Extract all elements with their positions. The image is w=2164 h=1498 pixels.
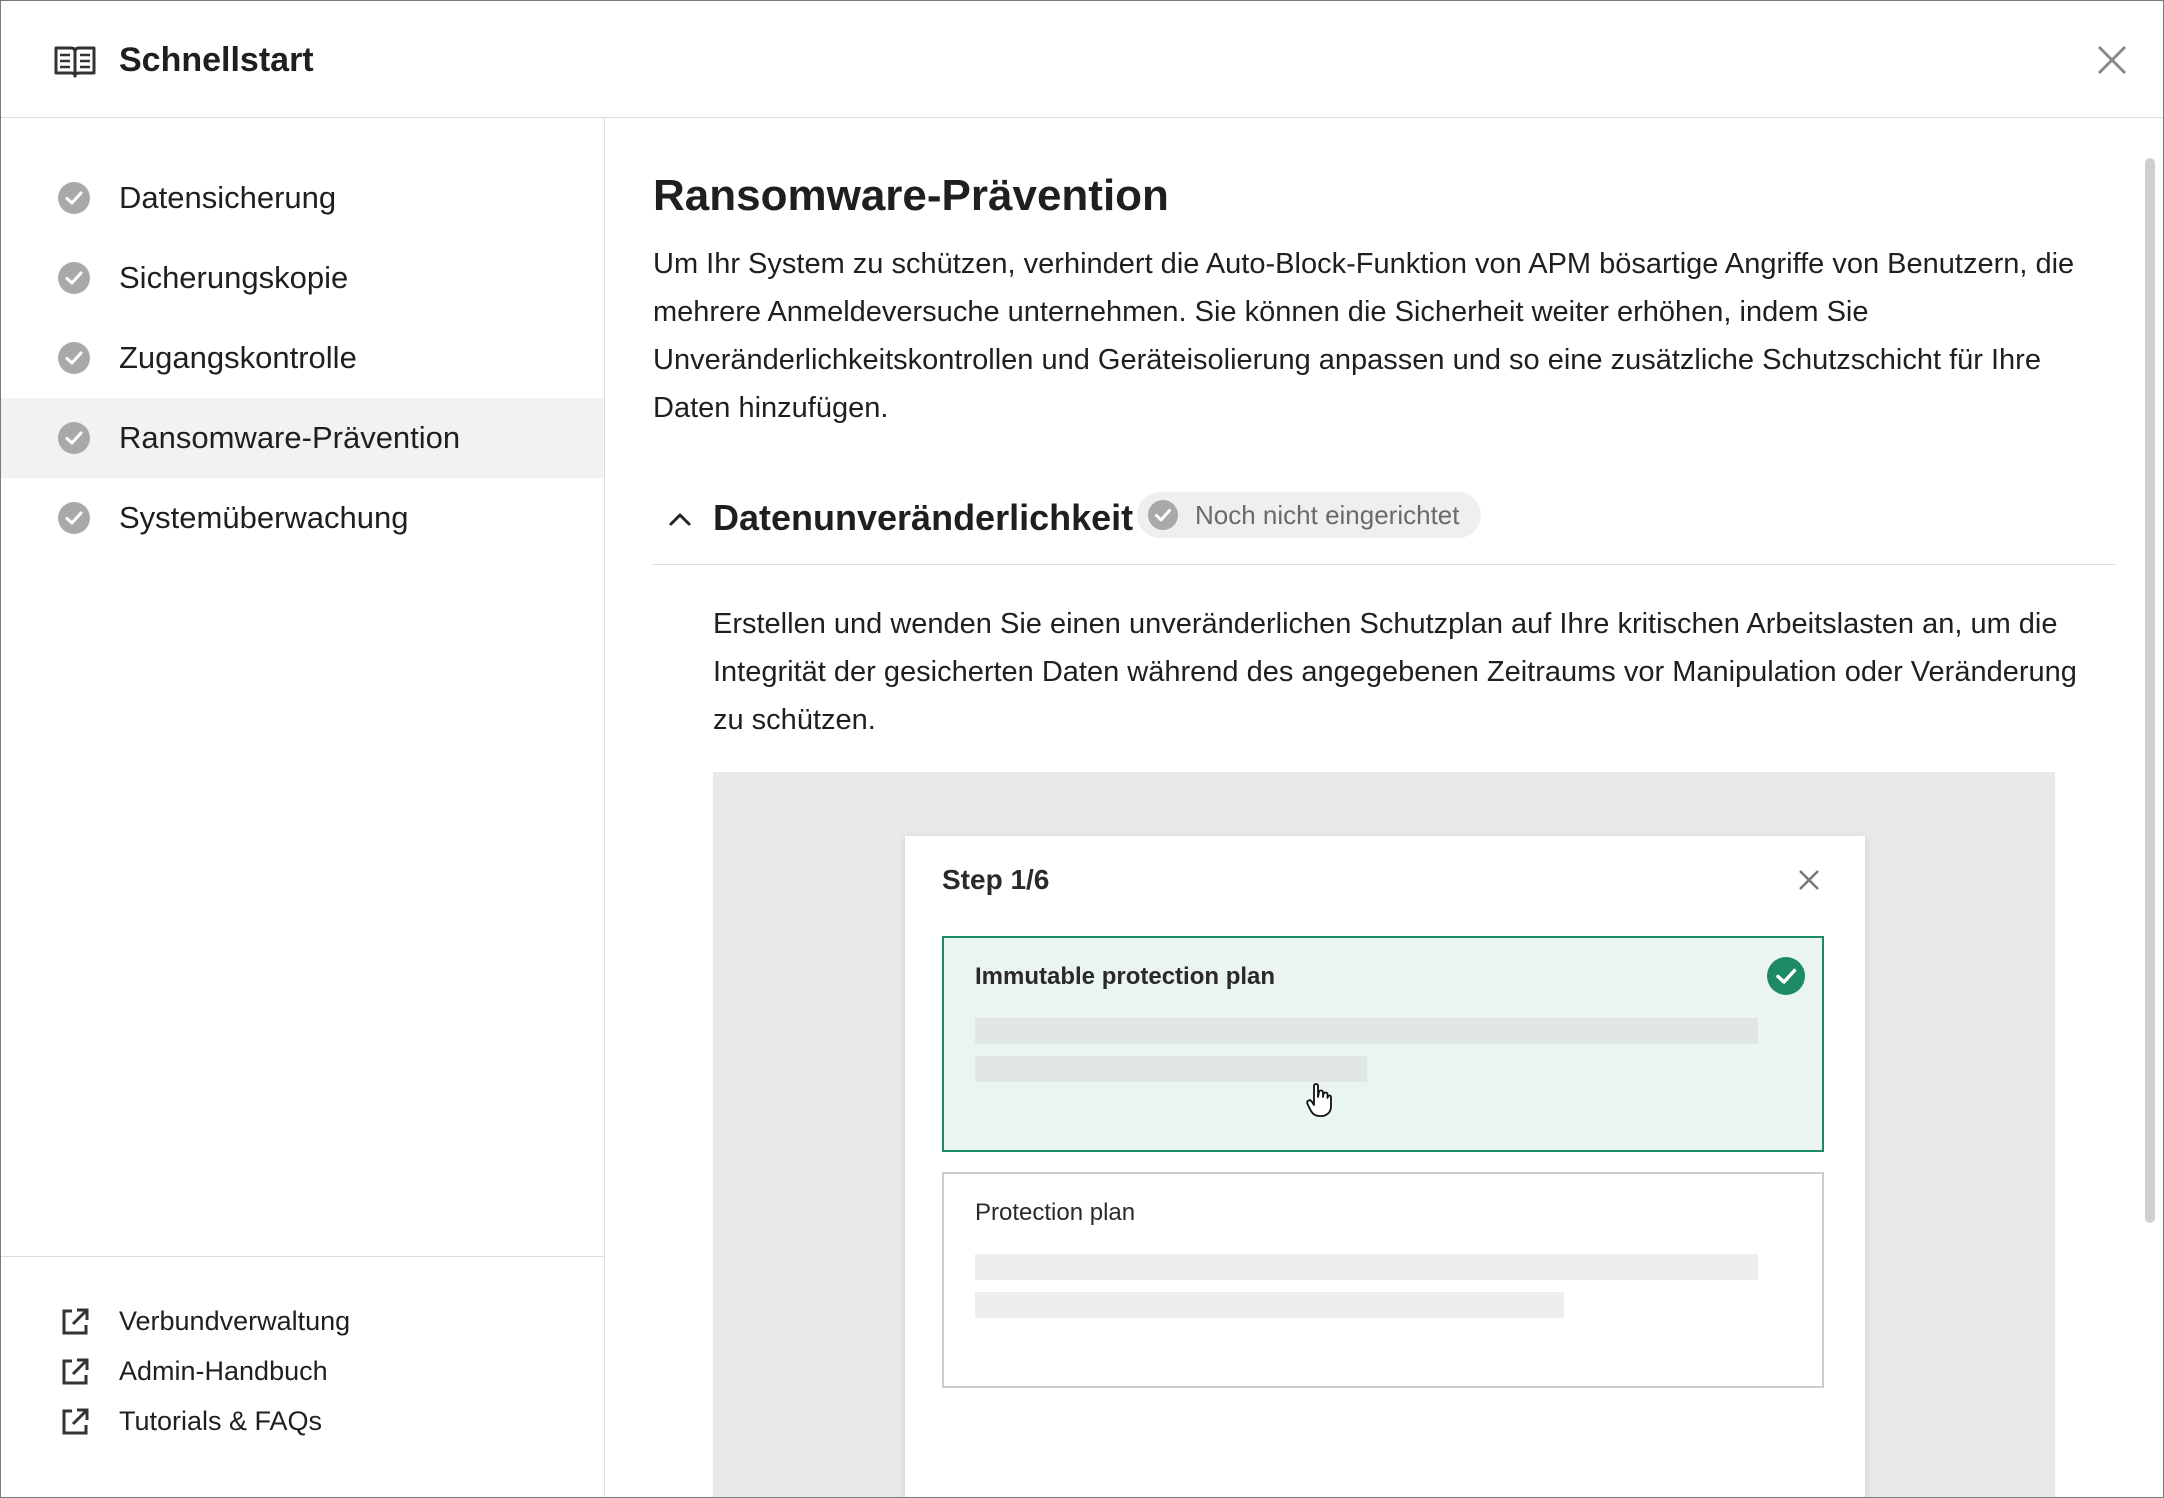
plan-option-standard: Protection plan bbox=[942, 1172, 1824, 1388]
placeholder-line bbox=[975, 1292, 1564, 1318]
page-title: Ransomware-Prävention bbox=[653, 171, 1169, 220]
sidebar-item-systemueberwachung[interactable]: Systemüberwachung bbox=[1, 478, 604, 558]
wizard-dialog-preview: Step 1/6 Immutable protection plan Prote… bbox=[905, 836, 1865, 1497]
section-title: Datenunveränderlichkeit bbox=[713, 497, 1134, 538]
plan-option-label: Protection plan bbox=[975, 1199, 1136, 1226]
link-label: Admin-Handbuch bbox=[119, 1356, 328, 1386]
check-circle-icon bbox=[58, 182, 90, 214]
external-link-icon bbox=[62, 1358, 89, 1385]
check-circle-icon bbox=[58, 502, 90, 534]
sidebar-item-ransomware-praevention[interactable]: Ransomware-Prävention bbox=[1, 398, 604, 478]
external-link-icon bbox=[62, 1308, 89, 1335]
sidebar-item-label: Datensicherung bbox=[119, 180, 337, 215]
link-tutorials-faqs[interactable]: Tutorials & FAQs bbox=[1, 1396, 604, 1446]
sidebar-item-label: Systemüberwachung bbox=[119, 500, 409, 535]
sidebar-item-zugangskontrolle[interactable]: Zugangskontrolle bbox=[1, 318, 604, 398]
page-description: Um Ihr System zu schützen, verhindert di… bbox=[653, 248, 2075, 424]
section-description: Erstellen und wenden Sie einen unverände… bbox=[713, 608, 2077, 736]
sidebar-item-label: Ransomware-Prävention bbox=[119, 420, 461, 455]
check-circle-icon bbox=[58, 422, 90, 454]
plan-option-immutable: Immutable protection plan bbox=[942, 936, 1824, 1152]
status-badge-label: Noch nicht eingerichtet bbox=[1195, 500, 1460, 530]
status-badge: Noch nicht eingerichtet bbox=[1137, 492, 1482, 538]
plan-option-label: Immutable protection plan bbox=[975, 963, 1276, 990]
placeholder-line bbox=[975, 1056, 1367, 1082]
link-verbundverwaltung[interactable]: Verbundverwaltung bbox=[1, 1296, 604, 1346]
wizard-illustration: Step 1/6 Immutable protection plan Prote… bbox=[713, 772, 2055, 1497]
check-circle-icon bbox=[58, 342, 90, 374]
chevron-up-icon[interactable] bbox=[665, 504, 695, 534]
book-icon bbox=[54, 46, 96, 78]
check-circle-icon bbox=[1767, 957, 1805, 995]
link-label: Tutorials & FAQs bbox=[119, 1406, 323, 1436]
link-admin-handbuch[interactable]: Admin-Handbuch bbox=[1, 1346, 604, 1396]
sidebar-item-sicherungskopie[interactable]: Sicherungskopie bbox=[1, 238, 604, 318]
sidebar-item-label: Sicherungskopie bbox=[119, 260, 349, 295]
sidebar-item-datensicherung[interactable]: Datensicherung bbox=[1, 158, 604, 238]
sidebar: Datensicherung Sicherungskopie Zugangsko… bbox=[1, 118, 605, 1497]
placeholder-line bbox=[975, 1018, 1758, 1044]
sidebar-divider bbox=[1, 1256, 604, 1257]
hand-pointer-icon bbox=[1306, 1083, 1332, 1117]
placeholder-line bbox=[975, 1254, 1758, 1280]
sidebar-item-label: Zugangskontrolle bbox=[119, 340, 357, 375]
main-scrollbar[interactable] bbox=[2145, 158, 2155, 1223]
section-header[interactable]: Datenunveränderlichkeit Noch nicht einge… bbox=[653, 488, 2115, 565]
close-icon bbox=[1799, 870, 1819, 890]
main-content: Ransomware-Prävention Um Ihr System zu s… bbox=[605, 118, 2163, 1497]
check-circle-icon bbox=[58, 262, 90, 294]
dialog-header: Schnellstart bbox=[1, 1, 2163, 118]
external-link-icon bbox=[62, 1408, 89, 1435]
link-label: Verbundverwaltung bbox=[119, 1306, 351, 1336]
wizard-step-title: Step 1/6 bbox=[942, 864, 1050, 895]
dialog-title: Schnellstart bbox=[119, 41, 314, 79]
quickstart-dialog: Schnellstart Datensicherung Sicherungsko… bbox=[0, 0, 2164, 1498]
check-circle-icon bbox=[1148, 500, 1178, 530]
close-icon[interactable] bbox=[2093, 41, 2131, 79]
